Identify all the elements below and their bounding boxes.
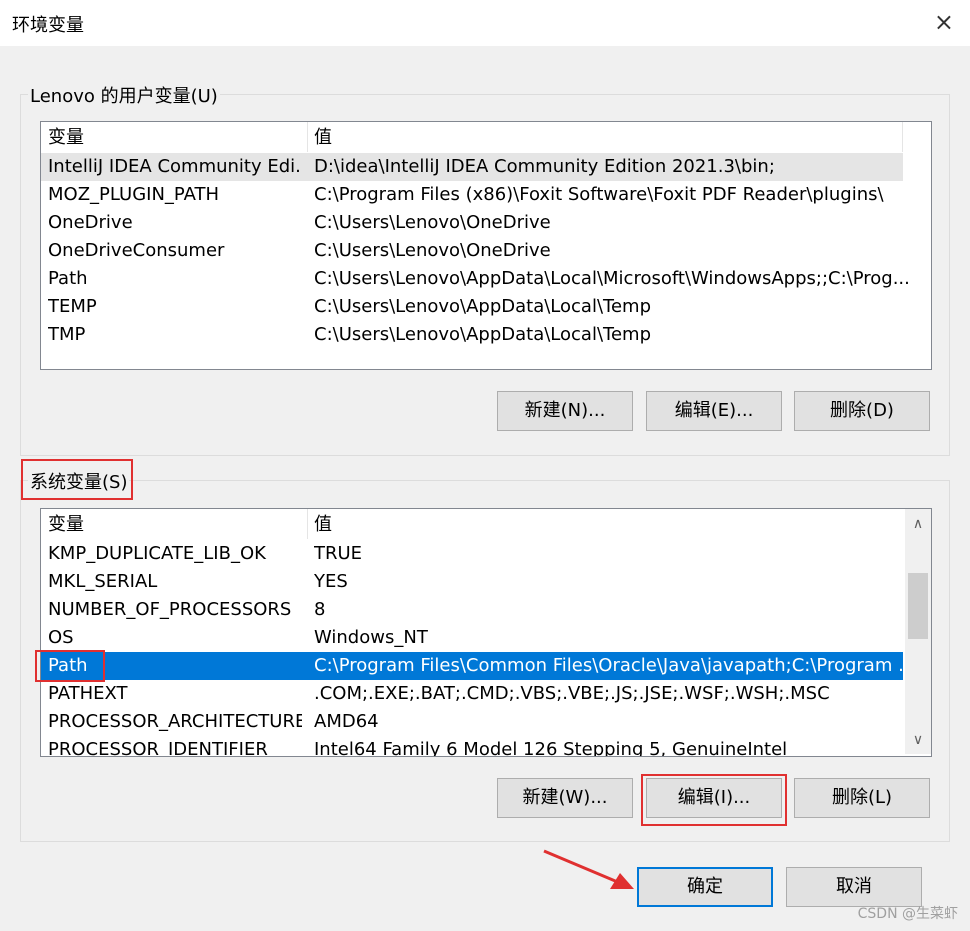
sys-edit-button[interactable]: 编辑(I)... <box>646 778 782 818</box>
sys-new-button[interactable]: 新建(W)... <box>497 778 633 818</box>
var-name: TMP <box>48 324 86 345</box>
table-row[interactable]: MOZ_PLUGIN_PATH C:\Program Files (x86)\F… <box>41 181 903 209</box>
table-row[interactable]: PROCESSOR_ARCHITECTURE AMD64 <box>41 708 903 736</box>
var-name: MKL_SERIAL <box>48 571 158 592</box>
scroll-up-icon[interactable]: ∧ <box>905 511 931 537</box>
table-row[interactable]: OneDrive C:\Users\Lenovo\OneDrive <box>41 209 903 237</box>
ok-button[interactable]: 确定 <box>637 867 773 907</box>
var-value: 8 <box>314 599 326 620</box>
table-row[interactable]: PATHEXT .COM;.EXE;.BAT;.CMD;.VBS;.VBE;.J… <box>41 680 903 708</box>
user-delete-button[interactable]: 删除(D) <box>794 391 930 431</box>
user-vars-label: Lenovo 的用户变量(U) <box>28 82 220 108</box>
close-icon[interactable]: × <box>934 8 954 36</box>
table-row-selected[interactable]: Path C:\Program Files\Common Files\Oracl… <box>41 652 915 680</box>
user-new-button[interactable]: 新建(N)... <box>497 391 633 431</box>
var-name: PROCESSOR_ARCHITECTURE <box>48 711 302 732</box>
var-value: C:\Program Files (x86)\Foxit Software\Fo… <box>314 184 884 205</box>
table-row[interactable]: OneDriveConsumer C:\Users\Lenovo\OneDriv… <box>41 237 903 265</box>
var-value: C:\Users\Lenovo\OneDrive <box>314 212 551 233</box>
var-value: Intel64 Family 6 Model 126 Stepping 5, G… <box>314 739 788 757</box>
sys-vars-header: 变量 值 <box>41 511 903 539</box>
var-name: MOZ_PLUGIN_PATH <box>48 184 220 205</box>
column-separator[interactable] <box>307 122 308 152</box>
col-header-name[interactable]: 变量 <box>48 124 302 152</box>
var-value: .COM;.EXE;.BAT;.CMD;.VBS;.VBE;.JS;.JSE;.… <box>314 683 830 704</box>
var-name: Path <box>48 268 88 289</box>
sys-delete-button[interactable]: 删除(L) <box>794 778 930 818</box>
table-row[interactable]: OS Windows_NT <box>41 624 903 652</box>
var-value: C:\Users\Lenovo\AppData\Local\Temp <box>314 324 651 345</box>
var-name: IntelliJ IDEA Community Edi... <box>48 156 302 177</box>
col-header-name[interactable]: 变量 <box>48 511 302 539</box>
var-name: NUMBER_OF_PROCESSORS <box>48 599 292 620</box>
scrollbar-thumb[interactable] <box>908 573 928 639</box>
column-separator[interactable] <box>307 509 308 539</box>
col-header-value[interactable]: 值 <box>314 124 332 152</box>
title-bar: 环境变量 × <box>0 0 970 46</box>
table-row[interactable]: IntelliJ IDEA Community Edi... D:\idea\I… <box>41 153 903 181</box>
var-value: C:\Users\Lenovo\AppData\Local\Temp <box>314 296 651 317</box>
table-row[interactable]: KMP_DUPLICATE_LIB_OK TRUE <box>41 540 903 568</box>
var-value: C:\Users\Lenovo\OneDrive <box>314 240 551 261</box>
user-edit-button[interactable]: 编辑(E)... <box>646 391 782 431</box>
var-value: YES <box>314 571 348 592</box>
user-vars-header: 变量 值 <box>41 124 903 152</box>
var-name: PATHEXT <box>48 683 128 704</box>
var-value: D:\idea\IntelliJ IDEA Community Edition … <box>314 156 775 177</box>
var-value: C:\Users\Lenovo\AppData\Local\Microsoft\… <box>314 268 910 289</box>
var-name: PROCESSOR_IDENTIFIER <box>48 739 268 757</box>
watermark: CSDN @生菜虾 <box>857 906 958 922</box>
var-name: OneDriveConsumer <box>48 240 225 261</box>
cancel-button[interactable]: 取消 <box>786 867 922 907</box>
scroll-down-icon[interactable]: ∨ <box>905 727 931 753</box>
col-header-value[interactable]: 值 <box>314 511 332 539</box>
table-row[interactable]: TEMP C:\Users\Lenovo\AppData\Local\Temp <box>41 293 903 321</box>
var-name: OneDrive <box>48 212 133 233</box>
table-row[interactable]: Path C:\Users\Lenovo\AppData\Local\Micro… <box>41 265 910 293</box>
var-value: C:\Program Files\Common Files\Oracle\Jav… <box>314 655 916 676</box>
var-name: KMP_DUPLICATE_LIB_OK <box>48 543 266 564</box>
var-name: TEMP <box>48 296 97 317</box>
table-row[interactable]: MKL_SERIAL YES <box>41 568 903 596</box>
var-name: OS <box>48 627 74 648</box>
var-value: TRUE <box>314 543 363 564</box>
table-row[interactable]: NUMBER_OF_PROCESSORS 8 <box>41 596 903 624</box>
vertical-scrollbar[interactable]: ∧ ∨ <box>905 509 931 754</box>
sys-vars-label: 系统变量(S) <box>28 468 130 494</box>
var-name: Path <box>48 655 88 676</box>
annotation-arrow-icon <box>543 849 634 889</box>
table-row[interactable]: PROCESSOR_IDENTIFIER Intel64 Family 6 Mo… <box>41 736 903 757</box>
table-row[interactable]: TMP C:\Users\Lenovo\AppData\Local\Temp <box>41 321 903 349</box>
user-vars-list[interactable]: 变量 值 IntelliJ IDEA Community Edi... D:\i… <box>40 121 932 370</box>
var-value: AMD64 <box>314 711 379 732</box>
column-separator[interactable] <box>902 122 903 152</box>
var-value: Windows_NT <box>314 627 428 648</box>
sys-vars-list[interactable]: 变量 值 KMP_DUPLICATE_LIB_OK TRUE MKL_SERIA… <box>40 508 932 757</box>
window-title: 环境变量 <box>12 15 84 36</box>
